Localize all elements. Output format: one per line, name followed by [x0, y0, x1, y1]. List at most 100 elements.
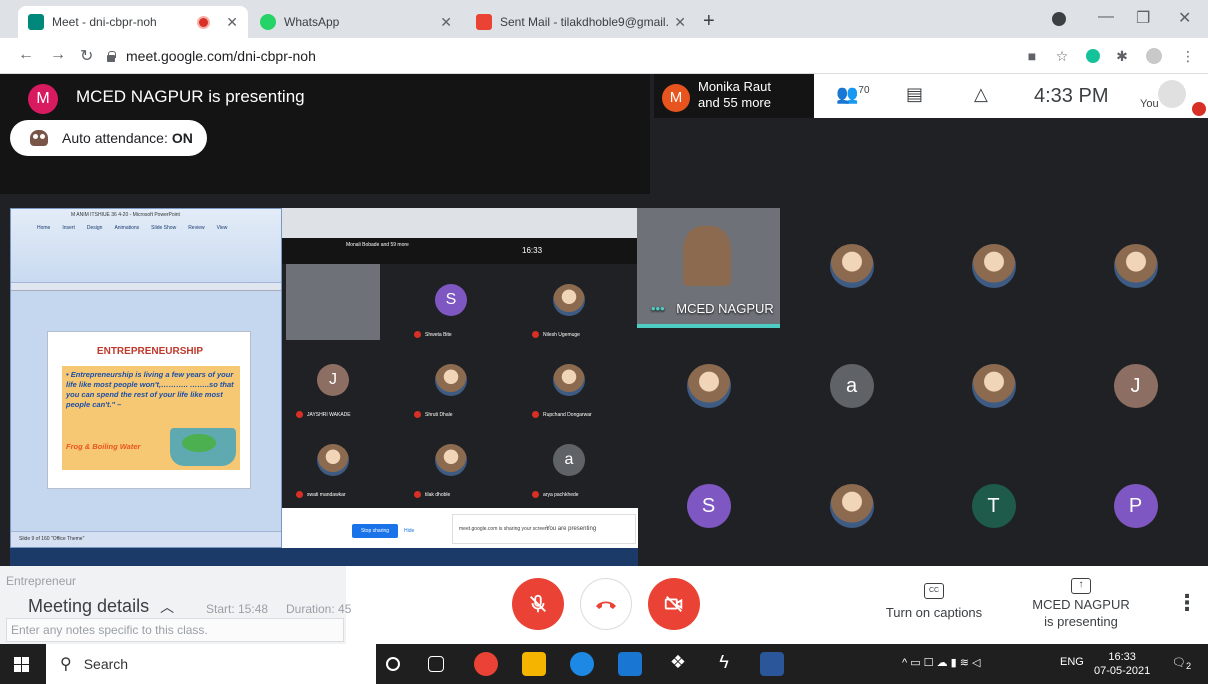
- extensions-icon[interactable]: ✱: [1114, 48, 1130, 64]
- inner-participant-name: arya pachkhede: [532, 491, 579, 498]
- minimize-icon[interactable]: —: [1098, 8, 1114, 26]
- slide-quote: • Entrepreneurship is living a few years…: [66, 370, 234, 409]
- menu-icon[interactable]: ⋮: [1180, 48, 1196, 64]
- tab-meet[interactable]: Meet - dni-cbpr-noh ✕: [18, 6, 248, 38]
- presenting-banner: M MCED NAGPUR is presenting Auto attenda…: [0, 74, 650, 194]
- close-window-icon[interactable]: ✕: [1178, 8, 1191, 28]
- word-icon[interactable]: [760, 652, 784, 676]
- stop-sharing-button[interactable]: Stop sharing: [352, 524, 398, 538]
- task-view-icon[interactable]: [428, 656, 444, 672]
- dropbox-icon[interactable]: ❖: [666, 652, 690, 676]
- presenter-video-tile[interactable]: ••• MCED NAGPUR: [637, 208, 780, 328]
- participant-tile[interactable]: [780, 208, 923, 324]
- inner-participant-avatar: S: [435, 284, 467, 316]
- inner-meet-view: Monali Bobade and 59 more 16:33 S Shweta …: [282, 208, 638, 548]
- participant-tile[interactable]: [922, 208, 1065, 324]
- windows-taskbar: ⚲ Search ❖ ϟ ^ ▭ ☐ ☁ ▮ ≋ ◁ ENG 16:33 07-…: [0, 644, 1208, 684]
- tab-search-icon[interactable]: [1052, 12, 1066, 26]
- windows-start-icon[interactable]: [14, 657, 29, 672]
- people-icon[interactable]: 👥70: [836, 84, 870, 105]
- participant-tile[interactable]: [637, 328, 780, 444]
- cortana-icon[interactable]: [386, 657, 400, 671]
- powerpoint-window: M ANIM ITSHIUE 36 4-20 - Microsoft Power…: [10, 208, 282, 548]
- profile-avatar[interactable]: [1146, 48, 1162, 64]
- camera-icon[interactable]: ■: [1024, 48, 1040, 64]
- inner-participant-avatar: [435, 444, 467, 476]
- participant-avatar: a: [829, 364, 874, 408]
- system-clock[interactable]: 16:33 07-05-2021: [1094, 650, 1150, 678]
- participant-tile[interactable]: S: [637, 448, 780, 564]
- hide-button[interactable]: Hide: [404, 528, 414, 534]
- tab-gmail[interactable]: Sent Mail - tilakdhoble9@gmail.c ✕: [466, 6, 696, 38]
- close-icon[interactable]: ✕: [674, 14, 686, 31]
- participant-tile[interactable]: [780, 448, 923, 564]
- participant-avatar: T: [971, 484, 1016, 528]
- chrome-icon[interactable]: [474, 652, 498, 676]
- inner-clock: 16:33: [522, 246, 543, 255]
- participant-tile[interactable]: J: [1064, 328, 1207, 444]
- ppt-title: M ANIM ITSHIUE 36 4-20 - Microsoft Power…: [71, 212, 180, 218]
- camera-toggle-button[interactable]: [648, 578, 700, 630]
- participant-tile[interactable]: [922, 328, 1065, 444]
- shortcut-icon[interactable]: ϟ: [712, 652, 736, 676]
- captions-button[interactable]: CC Turn on captions: [884, 580, 984, 620]
- grammarly-icon[interactable]: [1086, 49, 1100, 63]
- notification-icon[interactable]: 🗨2: [1172, 656, 1191, 671]
- ppt-menu: Home Insert Design Animations Slide Show…: [37, 225, 227, 231]
- meeting-details-button[interactable]: Meeting details ︿: [28, 596, 174, 617]
- file-explorer-icon[interactable]: [522, 652, 546, 676]
- tab-title: Meet - dni-cbpr-noh: [52, 15, 157, 29]
- edge-icon[interactable]: [570, 652, 594, 676]
- participant-tile[interactable]: [1064, 208, 1207, 324]
- participant-tile[interactable]: T: [922, 448, 1065, 564]
- forward-icon[interactable]: →: [50, 46, 66, 64]
- ppt-ribbon: M ANIM ITSHIUE 36 4-20 - Microsoft Power…: [11, 209, 281, 283]
- inner-participant-tile: a arya pachkhede: [522, 424, 616, 500]
- system-time: 16:33: [1108, 651, 1136, 663]
- inner-participant-tile: Shruti Dhale: [404, 344, 498, 420]
- search-label: Search: [83, 656, 129, 672]
- back-icon[interactable]: ←: [18, 46, 34, 64]
- participant-tile[interactable]: P: [1064, 448, 1207, 564]
- participant-avatar: [971, 244, 1016, 288]
- meet-stage: M MCED NAGPUR is presenting Auto attenda…: [0, 74, 1208, 644]
- close-icon[interactable]: ✕: [226, 14, 238, 31]
- presentation-button[interactable]: ↑ MCED NAGPUR is presenting: [1026, 574, 1136, 630]
- inner-participant-tile: J JAYSHRI WAKADE: [286, 344, 380, 420]
- presenter-figure: [683, 226, 731, 286]
- ppt-menu-item: Animations: [114, 225, 140, 231]
- mail-icon[interactable]: [618, 652, 642, 676]
- participant-avatar: [829, 484, 874, 528]
- meet-icon: [28, 14, 44, 30]
- auto-attendance-chip[interactable]: Auto attendance: ON: [10, 120, 207, 156]
- speaker-more: and 55 more: [698, 95, 771, 110]
- leave-call-button[interactable]: [580, 578, 632, 630]
- screen: Meet - dni-cbpr-noh ✕ WhatsApp ✕ Sent Ma…: [0, 0, 1208, 684]
- speaking-indicator-icon: •••: [651, 301, 665, 316]
- more-options-icon[interactable]: ⋮: [1176, 590, 1198, 616]
- mic-toggle-button[interactable]: [512, 578, 564, 630]
- participant-count: 70: [858, 85, 870, 96]
- recording-icon: [199, 17, 209, 27]
- taskbar-search[interactable]: ⚲ Search: [46, 644, 376, 684]
- reload-icon[interactable]: ↻: [80, 46, 93, 66]
- search-icon: ⚲: [60, 656, 72, 673]
- restore-icon[interactable]: ❐: [1136, 8, 1150, 28]
- ppt-status-bar: Slide 9 of 160 "Office Theme": [11, 531, 281, 547]
- participant-tile[interactable]: a: [780, 328, 923, 444]
- chat-icon[interactable]: ▤: [906, 84, 923, 105]
- speaker-names: Monika Raut and 55 more: [698, 79, 771, 111]
- new-tab-icon[interactable]: +: [703, 10, 715, 33]
- ghost-duration: Duration: 45: [286, 602, 352, 616]
- notes-field[interactable]: Enter any notes specific to this class.: [6, 618, 344, 642]
- lock-icon: [106, 50, 116, 62]
- star-icon[interactable]: ☆: [1054, 48, 1070, 64]
- tray-icons[interactable]: ^ ▭ ☐ ☁ ▮ ≋ ◁: [902, 656, 980, 669]
- mic-off-icon: [1192, 102, 1206, 116]
- tab-whatsapp[interactable]: WhatsApp ✕: [250, 6, 462, 38]
- language-indicator[interactable]: ENG: [1060, 656, 1084, 668]
- address-bar[interactable]: meet.google.com/dni-cbpr-noh: [106, 44, 1006, 68]
- participant-avatar: [971, 364, 1016, 408]
- close-icon[interactable]: ✕: [440, 14, 452, 31]
- activities-icon[interactable]: △: [974, 84, 988, 105]
